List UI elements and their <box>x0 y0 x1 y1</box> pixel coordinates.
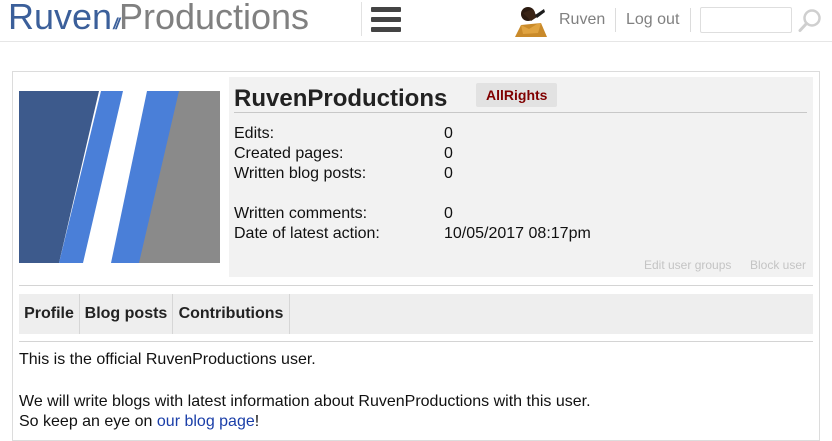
tab-contributions[interactable]: Contributions <box>173 294 290 334</box>
profile-description-line: This is the official RuvenProductions us… <box>19 351 316 368</box>
header-divider <box>690 8 691 32</box>
logo-text-productions: Productions <box>118 0 310 37</box>
profile-tabs: Profile Blog posts Contributions <box>19 294 813 334</box>
description-text: So keep an eye on <box>19 413 157 430</box>
stat-value-comments: 0 <box>444 205 453 222</box>
top-header: Ruven//Productions Ruven Log out <box>0 0 832 42</box>
profile-username: RuvenProductions <box>234 85 448 112</box>
stat-label-blog-posts: Written blog posts: <box>234 165 367 182</box>
header-divider <box>361 2 362 36</box>
rights-badge: AllRights <box>476 83 558 107</box>
stat-value-edits: 0 <box>444 125 453 142</box>
stat-label-created-pages: Created pages: <box>234 145 344 162</box>
section-divider <box>19 285 813 286</box>
profile-description-line: So keep an eye on our blog page! <box>19 413 259 431</box>
profile-panel: RuvenProductions AllRights Edits: 0 Crea… <box>12 71 820 441</box>
profile-description-line: We will write blogs with latest informat… <box>19 393 591 410</box>
tab-profile[interactable]: Profile <box>19 294 80 334</box>
stat-label-edits: Edits: <box>234 125 275 142</box>
header-username-link[interactable]: Ruven <box>559 11 605 29</box>
block-user-link[interactable]: Block user <box>750 258 806 272</box>
section-divider <box>19 341 813 342</box>
edit-user-groups-link[interactable]: Edit user groups <box>644 258 731 272</box>
search-icon[interactable] <box>797 8 823 34</box>
logo-text-ruven: Ruven <box>8 0 113 37</box>
logout-link[interactable]: Log out <box>626 11 679 29</box>
description-text: ! <box>254 413 260 430</box>
search-input[interactable] <box>700 7 792 33</box>
tab-blog-posts[interactable]: Blog posts <box>80 294 173 334</box>
stat-value-latest-action: 10/05/2017 08:17pm <box>444 225 591 242</box>
user-info-box: RuvenProductions AllRights Edits: 0 Crea… <box>229 77 813 277</box>
site-logo[interactable]: Ruven//Productions <box>8 0 309 37</box>
hamburger-menu-icon[interactable] <box>371 7 401 33</box>
stat-label-comments: Written comments: <box>234 205 368 222</box>
logo-slashes: // <box>113 16 120 33</box>
stat-value-created-pages: 0 <box>444 145 453 162</box>
avatar[interactable] <box>511 3 549 39</box>
stat-label-latest-action: Date of latest action: <box>234 225 380 242</box>
header-divider <box>615 8 616 32</box>
title-divider <box>234 112 807 113</box>
blog-page-link[interactable]: our blog page <box>157 413 255 430</box>
stat-value-blog-posts: 0 <box>444 165 453 182</box>
profile-avatar-image <box>19 91 220 263</box>
